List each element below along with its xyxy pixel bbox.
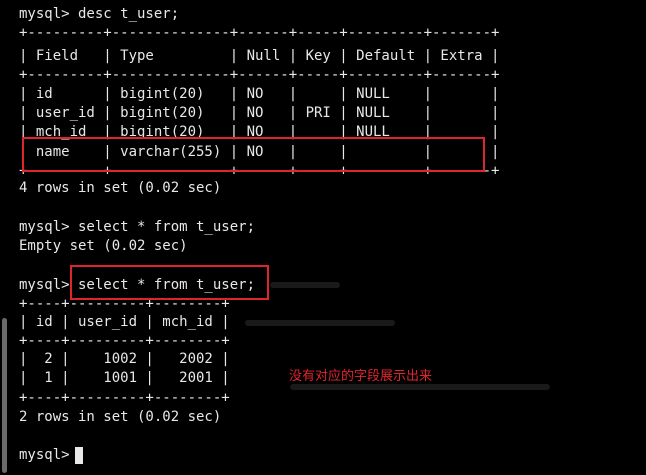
terminal-line: | 2 | 1002 | 2002 | xyxy=(19,351,230,367)
terminal-line: | 1 | 1001 | 2001 | xyxy=(19,370,230,386)
terminal-line: | id | user_id | mch_id | xyxy=(19,314,230,330)
terminal-line: | Field | Type | Null | Key | Default | … xyxy=(19,48,500,64)
highlight-name-row xyxy=(22,137,485,172)
terminal-line: +---------+--------------+------+-----+-… xyxy=(19,25,500,41)
terminal-line: mysql> select * from t_user; xyxy=(19,219,256,235)
terminal-cursor[interactable] xyxy=(75,447,83,464)
terminal-line: Empty set (0.02 sec) xyxy=(19,238,188,254)
terminal-line: mysql> desc t_user; xyxy=(19,6,180,22)
terminal-line: | id | bigint(20) | NO | | NULL | | xyxy=(19,86,500,102)
terminal-line: +----+---------+--------+ xyxy=(19,390,230,406)
ghost-artifact xyxy=(245,320,395,326)
terminal-line: +----+---------+--------+ xyxy=(19,333,230,349)
terminal-line: 4 rows in set (0.02 sec) xyxy=(19,180,222,196)
terminal-line: +---------+--------------+------+-----+-… xyxy=(19,67,500,83)
ghost-artifact xyxy=(290,384,550,390)
annotation-note: 没有对应的字段展示出来 xyxy=(289,369,433,384)
terminal-line: | user_id | bigint(20) | NO | PRI | NULL… xyxy=(19,105,500,121)
ghost-artifact xyxy=(270,282,340,288)
scrollbar[interactable] xyxy=(2,318,7,473)
terminal-prompt: mysql> xyxy=(19,447,79,463)
terminal-line: 2 rows in set (0.02 sec) xyxy=(19,409,222,425)
terminal-window[interactable]: mysql> desc t_user; +---------+---------… xyxy=(0,0,646,475)
highlight-select-command xyxy=(70,265,269,300)
